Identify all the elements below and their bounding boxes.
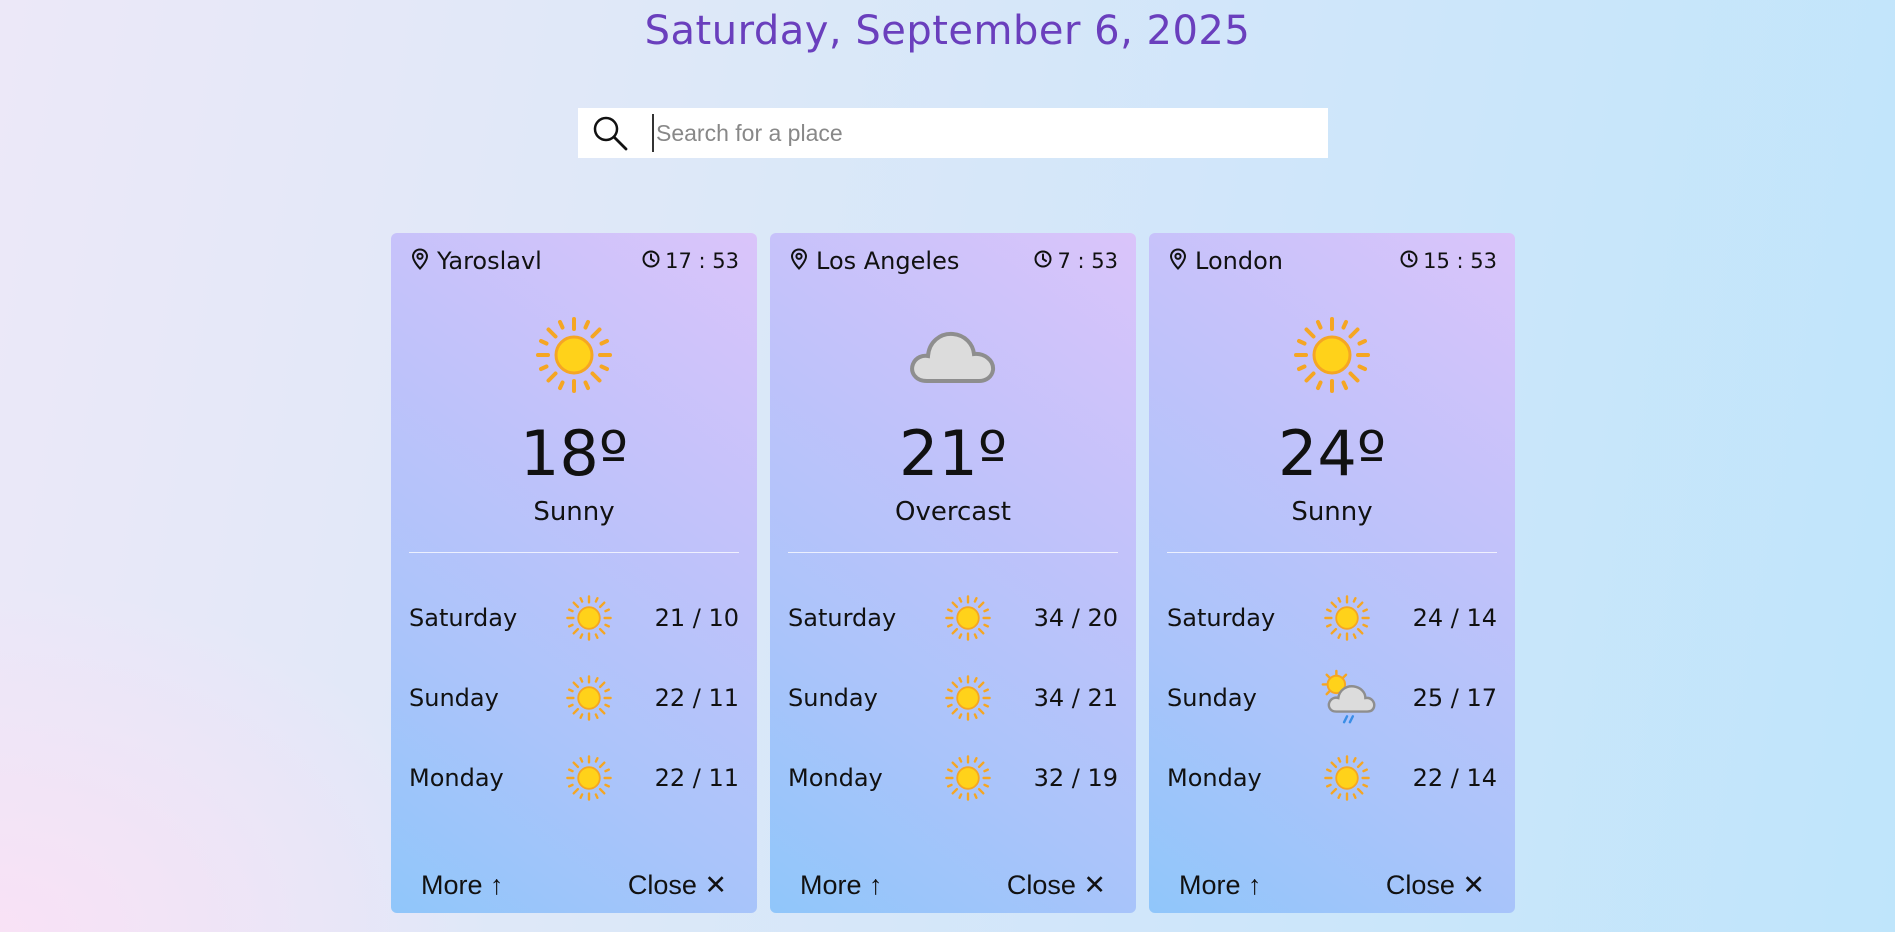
divider (788, 552, 1118, 553)
search-icon[interactable] (588, 111, 632, 155)
local-time: 15 : 53 (1423, 249, 1497, 273)
forecast-range: 34 / 21 (1033, 684, 1118, 712)
cloud-icon (770, 315, 1136, 395)
current-condition: Sunny (533, 497, 615, 527)
forecast-day: Saturday (1167, 604, 1276, 632)
weather-card: Los Angeles 7 : 53 21º Overcast Saturday… (770, 233, 1136, 913)
clock-icon (1034, 249, 1052, 273)
local-time: 17 : 53 (665, 249, 739, 273)
forecast-row: Monday 32 / 19 (788, 753, 1118, 803)
location-pin-icon (1169, 248, 1187, 274)
location-name: Los Angeles (816, 247, 960, 275)
location-name: Yaroslavl (437, 247, 542, 275)
close-button[interactable]: Close ✕ (628, 870, 727, 901)
current-temperature: 18º (519, 417, 629, 490)
forecast-day: Monday (788, 764, 883, 792)
sun-icon (1317, 753, 1377, 803)
forecast-row: Saturday 24 / 14 (1167, 593, 1497, 643)
current-condition: Overcast (895, 497, 1011, 527)
more-button[interactable]: More ↑ (1179, 870, 1262, 901)
forecast-row: Sunday 22 / 11 (409, 673, 739, 723)
divider (409, 552, 739, 553)
search-input[interactable] (652, 114, 1298, 152)
current-condition: Sunny (1291, 497, 1373, 527)
forecast-day: Monday (1167, 764, 1262, 792)
forecast-row: Saturday 34 / 20 (788, 593, 1118, 643)
more-button[interactable]: More ↑ (800, 870, 883, 901)
forecast-day: Saturday (409, 604, 518, 632)
forecast-day: Sunday (788, 684, 878, 712)
sun-icon (938, 593, 998, 643)
sun-icon (559, 593, 619, 643)
location-pin-icon (411, 248, 429, 274)
forecast-range: 24 / 14 (1412, 604, 1497, 632)
forecast-range: 32 / 19 (1033, 764, 1118, 792)
current-temperature: 21º (898, 417, 1008, 490)
sun-icon (1317, 593, 1377, 643)
forecast-range: 34 / 20 (1033, 604, 1118, 632)
local-time: 7 : 53 (1057, 249, 1118, 273)
close-button[interactable]: Close ✕ (1386, 870, 1485, 901)
current-temperature: 24º (1277, 417, 1387, 490)
weather-card: London 15 : 53 24º Sunny Saturday 24 / 1… (1149, 233, 1515, 913)
location-name: London (1195, 247, 1283, 275)
clock-icon (642, 249, 660, 273)
forecast-range: 25 / 17 (1412, 684, 1497, 712)
sun-icon (391, 315, 757, 395)
forecast-day: Sunday (409, 684, 499, 712)
forecast-day: Sunday (1167, 684, 1257, 712)
forecast-row: Monday 22 / 14 (1167, 753, 1497, 803)
divider (1167, 552, 1497, 553)
forecast-range: 22 / 11 (654, 764, 739, 792)
forecast-row: Saturday 21 / 10 (409, 593, 739, 643)
sun-icon (938, 753, 998, 803)
sun-icon (559, 673, 619, 723)
sun-cloud-rain-icon (1317, 669, 1377, 724)
weather-card: Yaroslavl 17 : 53 18º Sunny Saturday 21 … (391, 233, 757, 913)
forecast-range: 22 / 14 (1412, 764, 1497, 792)
sun-icon (1149, 315, 1515, 395)
search-bar[interactable] (578, 108, 1328, 158)
sun-icon (559, 753, 619, 803)
more-button[interactable]: More ↑ (421, 870, 504, 901)
sun-icon (938, 673, 998, 723)
forecast-day: Saturday (788, 604, 897, 632)
page-title: Saturday, September 6, 2025 (644, 8, 1251, 54)
forecast-row: Monday 22 / 11 (409, 753, 739, 803)
clock-icon (1400, 249, 1418, 273)
forecast-range: 21 / 10 (654, 604, 739, 632)
forecast-row: Sunday 25 / 17 (1167, 669, 1497, 724)
forecast-range: 22 / 11 (654, 684, 739, 712)
forecast-row: Sunday 34 / 21 (788, 673, 1118, 723)
forecast-day: Monday (409, 764, 504, 792)
close-button[interactable]: Close ✕ (1007, 870, 1106, 901)
location-pin-icon (790, 248, 808, 274)
